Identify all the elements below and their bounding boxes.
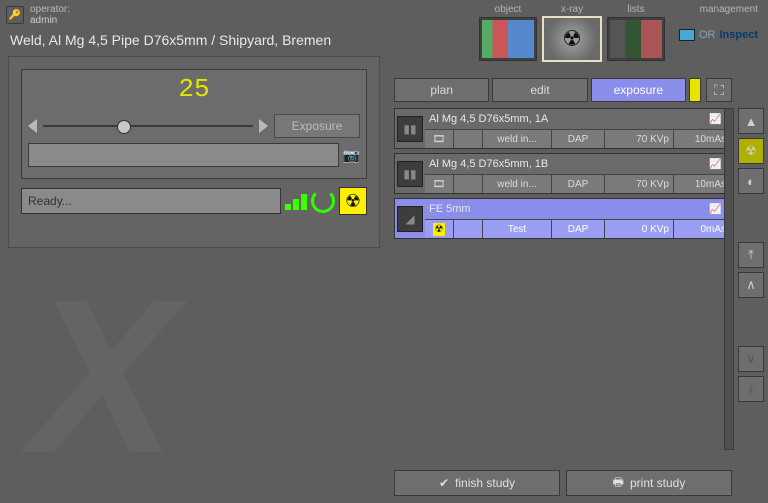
operator-label: operator: xyxy=(30,4,70,15)
exposure-panel: 25 Exposure 📷 Ready... ☢ xyxy=(8,56,380,248)
item-mas: 10mAs xyxy=(674,175,731,193)
finish-study-button[interactable]: ✔finish study xyxy=(394,470,560,496)
nav-object[interactable]: object xyxy=(479,4,537,61)
spinner-icon xyxy=(311,189,335,213)
nav-xray[interactable]: x-ray ☢ xyxy=(543,4,601,61)
slider-increase[interactable] xyxy=(259,119,268,133)
item-kvp: 0 KVp xyxy=(605,220,674,238)
exposure-input[interactable] xyxy=(28,143,339,167)
item-name: Test xyxy=(483,220,552,238)
item-icon: 🎞 xyxy=(425,130,454,148)
nav-lists[interactable]: lists xyxy=(607,4,665,61)
rail-move-bottom[interactable]: ⤓ xyxy=(738,376,764,402)
tab-edit[interactable]: edit xyxy=(492,78,587,102)
tab-indicator xyxy=(689,78,701,102)
item-dap: DAP xyxy=(552,220,605,238)
radiation-icon: ☢ xyxy=(544,18,600,60)
rail-radiation-button[interactable]: ☢ xyxy=(738,138,764,164)
nav-management[interactable]: management xyxy=(700,4,758,15)
print-icon: 🖶 xyxy=(613,473,624,494)
item-title: Al Mg 4,5 D76x5mm, 1B📈 xyxy=(425,154,731,174)
exposure-value: 25 xyxy=(22,74,366,104)
radiation-indicator: ☢ xyxy=(339,187,367,215)
status-field: Ready... xyxy=(21,188,281,214)
tab-exposure[interactable]: exposure xyxy=(591,78,686,102)
item-dap: DAP xyxy=(552,175,605,193)
item-title: Al Mg 4,5 D76x5mm, 1A📈 xyxy=(425,109,731,129)
item-mas: 0mAs xyxy=(674,220,731,238)
exposure-list: ▮▮Al Mg 4,5 D76x5mm, 1A📈🎞weld in...DAP70… xyxy=(394,108,732,464)
item-icon: ☢ xyxy=(425,220,454,238)
item-thumb-icon: ▮▮ xyxy=(397,116,423,142)
key-icon: 🔑 xyxy=(6,6,24,24)
signal-icon xyxy=(285,192,307,210)
item-name: weld in... xyxy=(483,130,552,148)
rail-move-top[interactable]: ⤒ xyxy=(738,242,764,268)
item-dap: DAP xyxy=(552,130,605,148)
item-title: FE 5mm📈 xyxy=(425,199,731,219)
item-kvp: 70 KVp xyxy=(605,175,674,193)
check-icon: ✔ xyxy=(439,476,449,490)
slider-decrease[interactable] xyxy=(28,119,37,133)
exposure-slider[interactable] xyxy=(43,125,253,127)
list-item[interactable]: ◢FE 5mm📈☢ TestDAP0 KVp0mAs xyxy=(394,198,732,239)
print-study-button[interactable]: 🖶print study xyxy=(566,470,732,496)
study-title: Weld, Al Mg 4,5 Pipe D76x5mm / Shipyard,… xyxy=(10,32,331,48)
list-item[interactable]: ▮▮Al Mg 4,5 D76x5mm, 1B📈🎞 weld in...DAP70… xyxy=(394,153,732,194)
rail-up-arrow[interactable]: ▲ xyxy=(738,108,764,134)
operator-name: admin xyxy=(30,15,70,26)
exposure-display: 25 Exposure 📷 xyxy=(21,69,367,179)
item-icon: 🎞 xyxy=(425,175,454,193)
fullscreen-button[interactable]: ⛶ xyxy=(706,78,732,102)
item-mas: 10mAs xyxy=(674,130,731,148)
rail-move-down[interactable]: ∨ xyxy=(738,346,764,372)
side-rail: ▲ ☢ ◐ ⤒ ∧ ∨ ⤓ xyxy=(738,108,762,402)
item-thumb-icon: ▮▮ xyxy=(397,161,423,187)
scrollbar[interactable] xyxy=(724,108,734,450)
right-panel: plan edit exposure ⛶ ▮▮Al Mg 4,5 D76x5mm… xyxy=(394,78,732,464)
operator-block: 🔑 operator: admin xyxy=(6,4,70,26)
tab-plan[interactable]: plan xyxy=(394,78,489,102)
item-name: weld in... xyxy=(483,175,552,193)
top-nav: object x-ray ☢ lists management ORInspec… xyxy=(479,4,762,61)
rail-move-up[interactable]: ∧ xyxy=(738,272,764,298)
rail-tool-button[interactable]: ◐ xyxy=(738,168,764,194)
marker-icon: 📷 xyxy=(343,147,360,164)
item-thumb-icon: ◢ xyxy=(397,206,423,232)
exposure-button[interactable]: Exposure xyxy=(274,114,360,138)
item-kvp: 70 KVp xyxy=(605,130,674,148)
brand-logo: ORInspect xyxy=(679,29,758,41)
brand-icon xyxy=(679,29,695,41)
list-item[interactable]: ▮▮Al Mg 4,5 D76x5mm, 1A📈🎞 weld in...DAP70… xyxy=(394,108,732,149)
